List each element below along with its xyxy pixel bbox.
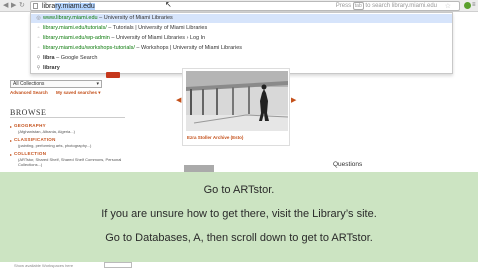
browse-category-link[interactable]: GEOGRAPHY <box>14 123 46 128</box>
instruction-line-2: If you are unsure how to get there, visi… <box>101 208 377 220</box>
bullet-icon: ▸ <box>10 152 13 157</box>
address-text[interactable]: library.miami.edu <box>42 2 95 11</box>
collections-select[interactable]: All Collections <box>10 80 102 88</box>
menu-icon[interactable]: ≡ <box>472 2 476 9</box>
autocomplete-title: Tutorials | University of Miami Librarie… <box>112 25 208 31</box>
search-icon: ⚲ <box>36 55 41 61</box>
divider <box>10 117 125 118</box>
instruction-line-3: Go to Databases, A, then scroll down to … <box>105 232 373 244</box>
autocomplete-url: library <box>43 65 60 71</box>
autocomplete-title: University of Miami Libraries <box>103 15 173 21</box>
workspace-box[interactable] <box>104 262 132 268</box>
browse-category-link[interactable]: CLASSIFICATION <box>14 137 56 142</box>
page-icon: ▫ <box>37 25 40 31</box>
search-icon: ⚲ <box>36 65 41 71</box>
globe-icon: ◎ <box>36 15 41 21</box>
workspaces-text: Show available Workspaces here <box>14 263 74 268</box>
autocomplete-url: www.library.miami.edu <box>43 15 98 21</box>
featured-image-box[interactable]: Ezra Stoller Archive (Esto) <box>182 68 290 146</box>
autocomplete-item[interactable]: ◎ www.library.miami.edu – University of M… <box>31 14 452 23</box>
browse-category-desc: (painting, performing arts, photography.… <box>18 143 92 148</box>
browser-toolbar: ◀ ▶ ↻ library.miami.edu Press tab to sea… <box>0 0 478 12</box>
search-hint: Press tab to search library.miami.edu <box>335 2 437 10</box>
tab-key: tab <box>352 2 364 10</box>
browse-category-link[interactable]: COLLECTION <box>14 151 46 156</box>
reload-icon[interactable]: ↻ <box>19 2 25 10</box>
browse-category-desc: Collections...) <box>18 162 43 167</box>
image-caption[interactable]: Ezra Stoller Archive (Esto) <box>187 135 243 140</box>
autocomplete-title: University of Miami Libraries › Log In <box>115 35 206 41</box>
autocomplete-url: library.miami.edu/wp-admin <box>43 35 110 41</box>
page-icon <box>33 3 38 9</box>
questions-heading: Questions <box>333 161 363 168</box>
saved-searches-link[interactable]: My saved searches ▾ <box>56 90 101 96</box>
autocomplete-url: library.miami.edu/tutorials/ <box>43 25 107 31</box>
page-icon: ▫ <box>37 35 40 41</box>
autocomplete-url: library.miami.edu/workshops-tutorials/ <box>43 45 135 51</box>
bullet-icon: ▸ <box>10 124 13 129</box>
autocomplete-title: Google Search <box>60 55 98 61</box>
autocomplete-title: Workshops | University of Miami Librarie… <box>141 45 242 51</box>
page-icon: ▫ <box>37 45 40 51</box>
autocomplete-item[interactable]: ▫ library.miami.edu/tutorials/ – Tutorial… <box>31 24 452 33</box>
carousel-prev-icon[interactable]: ◀ <box>176 96 181 104</box>
featured-photo[interactable] <box>186 71 288 131</box>
advanced-search-link[interactable]: Advanced Search <box>10 90 48 95</box>
autocomplete-url: libra <box>43 55 55 61</box>
address-bar[interactable]: library.miami.edu Press tab to search li… <box>30 1 460 11</box>
carousel-next-icon[interactable]: ▶ <box>291 96 296 104</box>
go-button[interactable] <box>106 72 120 78</box>
autocomplete-dropdown: ◎ www.library.miami.edu – University of M… <box>30 12 453 74</box>
back-icon[interactable]: ◀ <box>3 2 8 10</box>
autocomplete-item[interactable]: ⚲ libra – Google Search <box>31 54 452 63</box>
mouse-cursor-icon: ↖ <box>165 0 172 9</box>
autocomplete-item[interactable]: ▫ library.miami.edu/workshops-tutorials/ … <box>31 44 452 53</box>
browse-category-desc: (Afghanistan, Albania, Algeria...) <box>18 129 75 134</box>
bookmark-star-icon[interactable]: ☆ <box>445 2 451 11</box>
forward-icon[interactable]: ▶ <box>11 2 16 10</box>
extension-icon[interactable] <box>464 2 471 9</box>
instruction-line-1: Go to ARTstor. <box>203 184 275 196</box>
bullet-icon: ▸ <box>10 138 13 143</box>
browse-heading: BROWSE <box>10 108 47 117</box>
instruction-overlay: Go to ARTstor. If you are unsure how to … <box>0 172 478 262</box>
autocomplete-item[interactable]: ▫ library.miami.edu/wp-admin – University… <box>31 34 452 43</box>
